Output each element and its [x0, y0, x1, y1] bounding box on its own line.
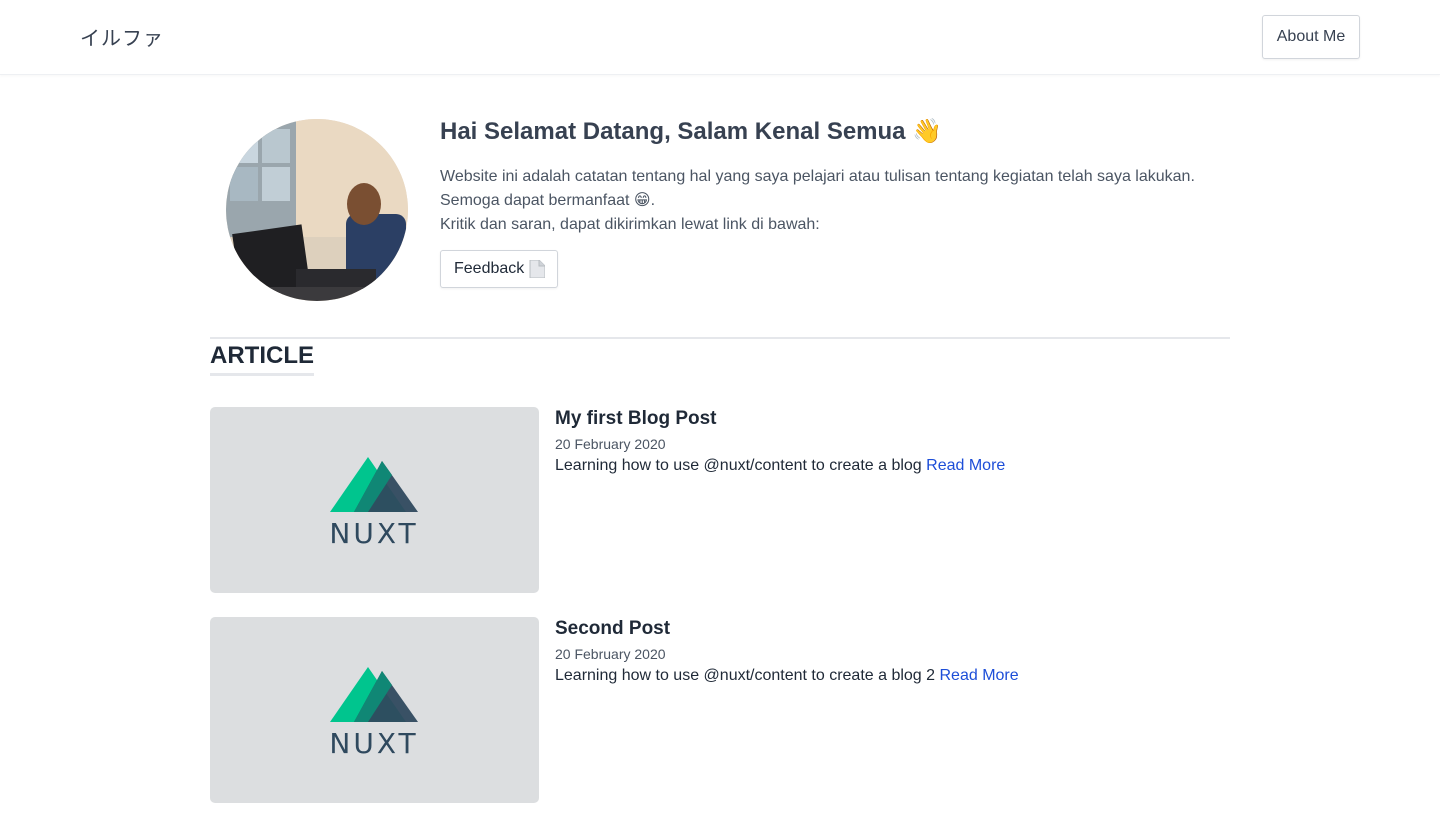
- document-icon: [529, 259, 546, 279]
- hero-line-1: Website ini adalah catatan tentang hal y…: [440, 168, 1195, 185]
- article-description-text: Learning how to use @nuxt/content to cre…: [555, 457, 922, 474]
- articles-heading: ARTICLE: [210, 342, 314, 376]
- read-more-link[interactable]: Read More: [926, 457, 1005, 474]
- hero-description: Website ini adalah catatan tentang hal y…: [440, 165, 1230, 237]
- article-title[interactable]: Second Post: [555, 617, 1225, 641]
- hero-title: Hai Selamat Datang, Salam Kenal Semua 👋: [440, 118, 943, 145]
- article-thumbnail[interactable]: NUXT: [210, 407, 539, 593]
- article-body: Second Post 20 February 2020 Learning ho…: [555, 617, 1225, 686]
- profile-photo: [226, 119, 408, 301]
- hero-text: Hai Selamat Datang, Salam Kenal Semua 👋 …: [440, 117, 1230, 288]
- article-title[interactable]: My first Blog Post: [555, 407, 1225, 431]
- article-card: NUXT My first Blog Post 20 February 2020…: [210, 407, 1230, 593]
- about-me-button[interactable]: About Me: [1262, 15, 1360, 59]
- section-divider: [210, 337, 1230, 339]
- article-date: 20 February 2020: [555, 646, 666, 662]
- navbar: イルファ About Me: [0, 0, 1440, 75]
- hero-section: Hai Selamat Datang, Salam Kenal Semua 👋 …: [210, 100, 1230, 320]
- avatar: [226, 119, 408, 301]
- article-description: Learning how to use @nuxt/content to cre…: [555, 456, 1225, 476]
- article-card: NUXT Second Post 20 February 2020 Learni…: [210, 617, 1230, 803]
- article-thumbnail[interactable]: NUXT: [210, 617, 539, 803]
- nuxt-logo: NUXT: [330, 667, 419, 757]
- article-description-text: Learning how to use @nuxt/content to cre…: [555, 667, 936, 684]
- site-brand[interactable]: イルファ: [80, 22, 164, 51]
- nuxt-logo: NUXT: [330, 457, 419, 547]
- feedback-button[interactable]: Feedback: [440, 250, 559, 288]
- read-more-link[interactable]: Read More: [940, 667, 1019, 684]
- feedback-label: Feedback: [454, 260, 525, 277]
- hero-line-3: Kritik dan saran, dapat dikirimkan lewat…: [440, 216, 820, 233]
- article-description: Learning how to use @nuxt/content to cre…: [555, 666, 1225, 686]
- article-body: My first Blog Post 20 February 2020 Lear…: [555, 407, 1225, 476]
- nuxt-wordmark: NUXT: [330, 727, 419, 757]
- hero-line-2: Semoga dapat bermanfaat 😁.: [440, 192, 656, 209]
- nuxt-wordmark: NUXT: [330, 517, 419, 547]
- article-date: 20 February 2020: [555, 436, 666, 452]
